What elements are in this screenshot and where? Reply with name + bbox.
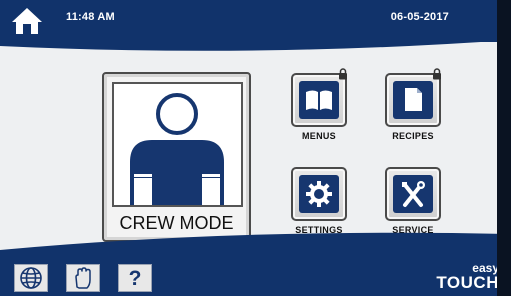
book-icon <box>306 90 332 110</box>
settings-tile <box>291 167 347 221</box>
easytouch-logo: easy TOUCH <box>429 262 499 291</box>
hand-button[interactable] <box>66 264 100 292</box>
clock-time: 11:48 AM <box>66 11 115 23</box>
document-icon <box>405 88 422 111</box>
touch-screen: 11:48 AM 06-05-2017 CREW MODE MENUS RECI… <box>0 0 511 296</box>
menus-tile <box>291 68 347 127</box>
home-icon <box>12 8 42 34</box>
settings-button[interactable]: SETTINGS <box>288 167 350 235</box>
language-button[interactable] <box>14 264 48 292</box>
recipes-label: RECIPES <box>392 131 434 141</box>
help-button[interactable]: ? <box>118 264 152 292</box>
lock-icon <box>433 68 441 80</box>
menus-icon-bg <box>299 81 339 119</box>
current-date: 06-05-2017 <box>390 11 449 23</box>
service-button[interactable]: SERVICE <box>382 167 444 235</box>
crew-mode-button[interactable]: CREW MODE <box>102 72 251 242</box>
globe-icon <box>20 267 42 289</box>
person-icon <box>130 93 224 205</box>
recipes-icon-bg <box>393 81 433 119</box>
service-icon-bg <box>393 175 433 213</box>
recipes-button[interactable]: RECIPES <box>382 68 444 141</box>
menus-button[interactable]: MENUS <box>288 68 350 141</box>
settings-icon-bg <box>299 175 339 213</box>
hand-icon <box>75 267 91 289</box>
device-bezel <box>497 0 511 296</box>
brand-line-2: TOUCH <box>436 273 499 292</box>
service-tile <box>385 167 441 221</box>
header-curve <box>0 36 511 51</box>
home-button[interactable] <box>8 5 46 37</box>
crew-icon-frame <box>112 82 243 207</box>
tools-icon <box>402 181 425 207</box>
gear-icon <box>306 181 332 207</box>
recipes-tile <box>385 68 441 127</box>
menus-label: MENUS <box>301 131 336 141</box>
lock-icon <box>339 68 347 80</box>
question-icon: ? <box>128 267 142 290</box>
